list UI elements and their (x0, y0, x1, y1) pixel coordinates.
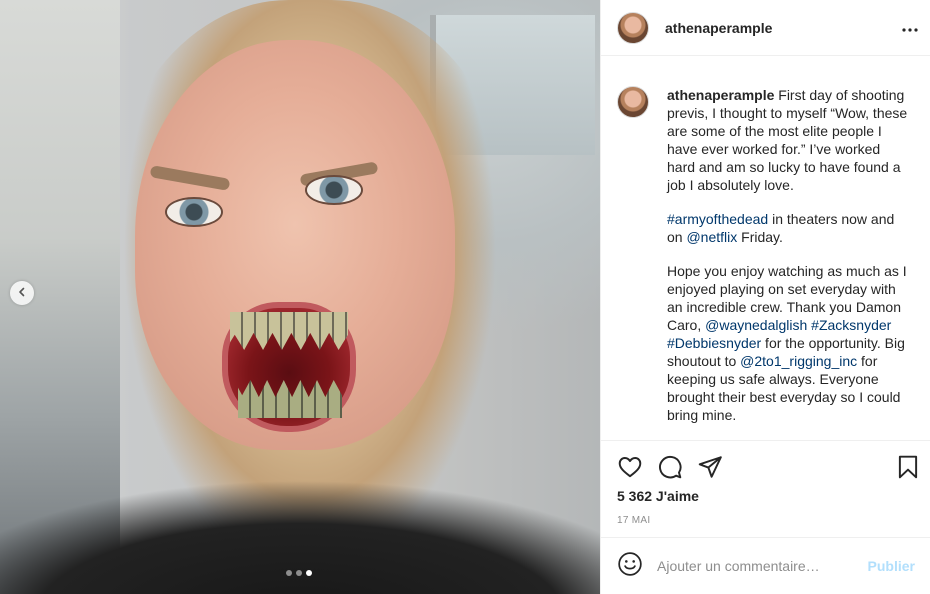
publish-button[interactable]: Publier (868, 558, 915, 574)
caption-text-fragment: Friday. (737, 229, 783, 245)
more-options-icon[interactable] (902, 16, 918, 37)
comment-icon[interactable] (657, 454, 683, 480)
carousel-dot-active (306, 570, 312, 576)
mention-link[interactable]: @waynedalglish (705, 317, 807, 333)
photo-eye-right (305, 175, 363, 205)
carousel-dots (286, 570, 312, 576)
comment-input[interactable] (657, 558, 857, 574)
header-username[interactable]: athenaperample (665, 20, 772, 36)
post-date[interactable]: 17 MAI (617, 515, 650, 526)
caption-text: athenaperample First day of shooting pre… (667, 72, 911, 424)
caption-section: athenaperample First day of shooting pre… (617, 72, 913, 438)
avatar[interactable] (617, 86, 649, 118)
hashtag-link[interactable]: #Zacksnyder (811, 317, 891, 333)
post-actions: 5 362 J'aime 17 MAI (601, 440, 930, 526)
carousel-dot (296, 570, 302, 576)
post-side-panel: athenaperample athenaperample First day … (600, 0, 930, 594)
emoji-icon[interactable] (617, 551, 643, 582)
mention-link[interactable]: @netflix (686, 229, 737, 245)
hashtag-link[interactable]: #armyofthedead (667, 211, 768, 227)
post-header: athenaperample (601, 0, 930, 56)
heart-icon[interactable] (617, 454, 643, 480)
hashtag-link[interactable]: #Debbiesnyder (667, 335, 761, 351)
photo-eye-left (165, 197, 223, 227)
carousel-dot (286, 570, 292, 576)
carousel-prev-button[interactable] (10, 281, 34, 305)
post-photo (0, 0, 600, 594)
comment-form: Publier (601, 537, 930, 594)
likes-count[interactable]: 5 362 J'aime (617, 488, 699, 504)
bookmark-icon[interactable] (895, 454, 921, 480)
mention-link[interactable]: @2to1_rigging_inc (740, 353, 857, 369)
chevron-left-icon (17, 284, 27, 302)
caption-username[interactable]: athenaperample (667, 87, 774, 103)
share-icon[interactable] (697, 454, 723, 480)
avatar[interactable] (617, 11, 649, 44)
